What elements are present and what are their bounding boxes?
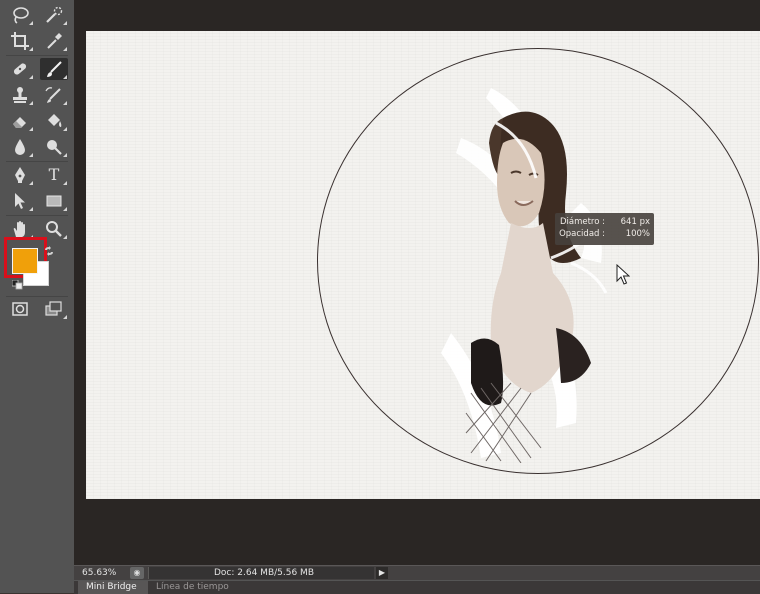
screen-mode-icon — [45, 301, 62, 316]
pen-tool[interactable] — [6, 164, 34, 186]
spot-healing-tool[interactable] — [6, 58, 34, 80]
path-selection-tool[interactable] — [6, 190, 34, 212]
drop-icon — [15, 139, 25, 155]
eyedropper-icon — [47, 33, 62, 49]
status-bar: 65.63% ◉ Doc: 2.64 MB/5.56 MB ▶ — [74, 565, 760, 581]
type-icon: T — [48, 165, 60, 184]
arrow-icon — [15, 193, 25, 209]
dodge-icon — [47, 140, 62, 155]
swap-colors-icon[interactable] — [44, 246, 54, 256]
stamp-icon — [13, 87, 27, 103]
quick-selection-tool[interactable] — [40, 4, 68, 26]
tools-panel: T — [0, 0, 75, 593]
paint-bucket-tool[interactable] — [40, 110, 68, 132]
history-brush-tool[interactable] — [40, 84, 68, 106]
eraser-tool[interactable] — [6, 110, 34, 132]
mouse-pointer-icon — [616, 264, 630, 285]
pen-icon — [15, 167, 25, 183]
diameter-value: 641 px — [620, 217, 650, 227]
opacity-label: Opacidad : — [559, 229, 605, 239]
quick-mask-icon — [12, 302, 28, 316]
tool-separator — [6, 215, 68, 216]
bandage-icon — [13, 63, 27, 75]
zoom-level[interactable]: 65.63% — [82, 566, 116, 581]
screen-mode-button[interactable] — [40, 298, 68, 320]
rectangle-icon — [46, 195, 62, 207]
magnifier-icon — [46, 221, 62, 237]
bucket-icon — [48, 114, 62, 127]
crop-tool[interactable] — [6, 30, 34, 52]
blur-tool[interactable] — [6, 136, 34, 158]
type-tool[interactable]: T — [40, 164, 68, 186]
document-size-info: Doc: 2.64 MB/5.56 MB — [148, 567, 374, 579]
dodge-tool[interactable] — [40, 136, 68, 158]
brush-tool[interactable] — [40, 58, 68, 80]
bottom-panel-tabs: Mini Bridge Línea de tiempo — [74, 580, 760, 594]
eraser-icon — [13, 117, 26, 128]
quick-selection-icon — [46, 6, 63, 23]
tool-separator — [6, 296, 68, 297]
opacity-value: 100% — [625, 229, 650, 239]
crop-icon — [11, 32, 29, 50]
tool-separator — [6, 55, 68, 56]
lasso-tool[interactable] — [6, 4, 34, 26]
clone-stamp-tool[interactable] — [6, 84, 34, 106]
lasso-icon — [13, 7, 29, 24]
tab-mini-bridge[interactable]: Mini Bridge — [78, 581, 148, 594]
brush-size-tooltip: Diámetro : 641 px Opacidad : 100% — [555, 213, 654, 245]
hand-icon — [13, 221, 25, 237]
rectangle-tool[interactable] — [40, 190, 68, 212]
tool-separator — [6, 161, 68, 162]
photo-brush-reveal — [441, 88, 608, 463]
quick-mask-button[interactable] — [6, 298, 34, 320]
document-canvas[interactable] — [86, 31, 760, 499]
zoom-indicator-icon[interactable]: ◉ — [130, 567, 144, 579]
foreground-color-swatch[interactable] — [12, 248, 38, 274]
status-menu-arrow-icon[interactable]: ▶ — [376, 567, 388, 579]
eyedropper-tool[interactable] — [40, 30, 68, 52]
history-brush-icon — [45, 87, 61, 103]
brush-icon — [47, 61, 62, 77]
tab-timeline[interactable]: Línea de tiempo — [150, 581, 229, 594]
diameter-label: Diámetro : — [559, 217, 605, 227]
